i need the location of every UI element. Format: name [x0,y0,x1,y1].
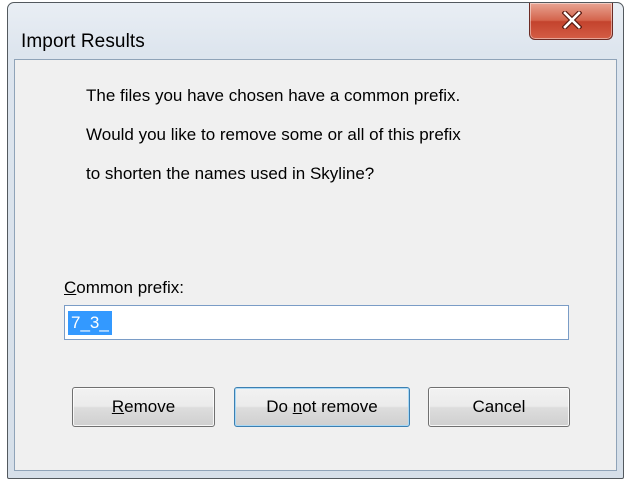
message-line-3: to shorten the names used in Skyline? [86,164,375,183]
common-prefix-value: 7_3_ [68,311,112,335]
common-prefix-input[interactable]: 7_3_ [64,305,569,340]
import-results-dialog: Import Results The files you have chosen… [7,2,624,479]
do-not-remove-button[interactable]: Do n ot remove [234,387,410,427]
dialog-title: Import Results [21,31,145,52]
do-not-remove-mnemonic: n [292,397,303,416]
label-text: ommon prefix: [76,278,184,297]
label-mnemonic: C [64,278,77,297]
close-button[interactable] [529,3,613,40]
message-line-2: Would you like to remove some or all of … [86,125,461,144]
remove-label: emove [124,397,176,416]
remove-button[interactable]: Remove [72,387,215,427]
common-prefix-label: Common prefix: [64,278,184,298]
close-x-icon [562,11,582,29]
message-line-1: The files you have chosen have a common … [86,86,461,105]
do-not-remove-label-pre: Do [266,397,293,416]
cancel-button[interactable]: Cancel [428,387,570,427]
dialog-content: The files you have chosen have a common … [14,59,617,471]
do-not-remove-label-rest: ot remove [302,397,378,416]
remove-mnemonic: R [111,397,125,416]
